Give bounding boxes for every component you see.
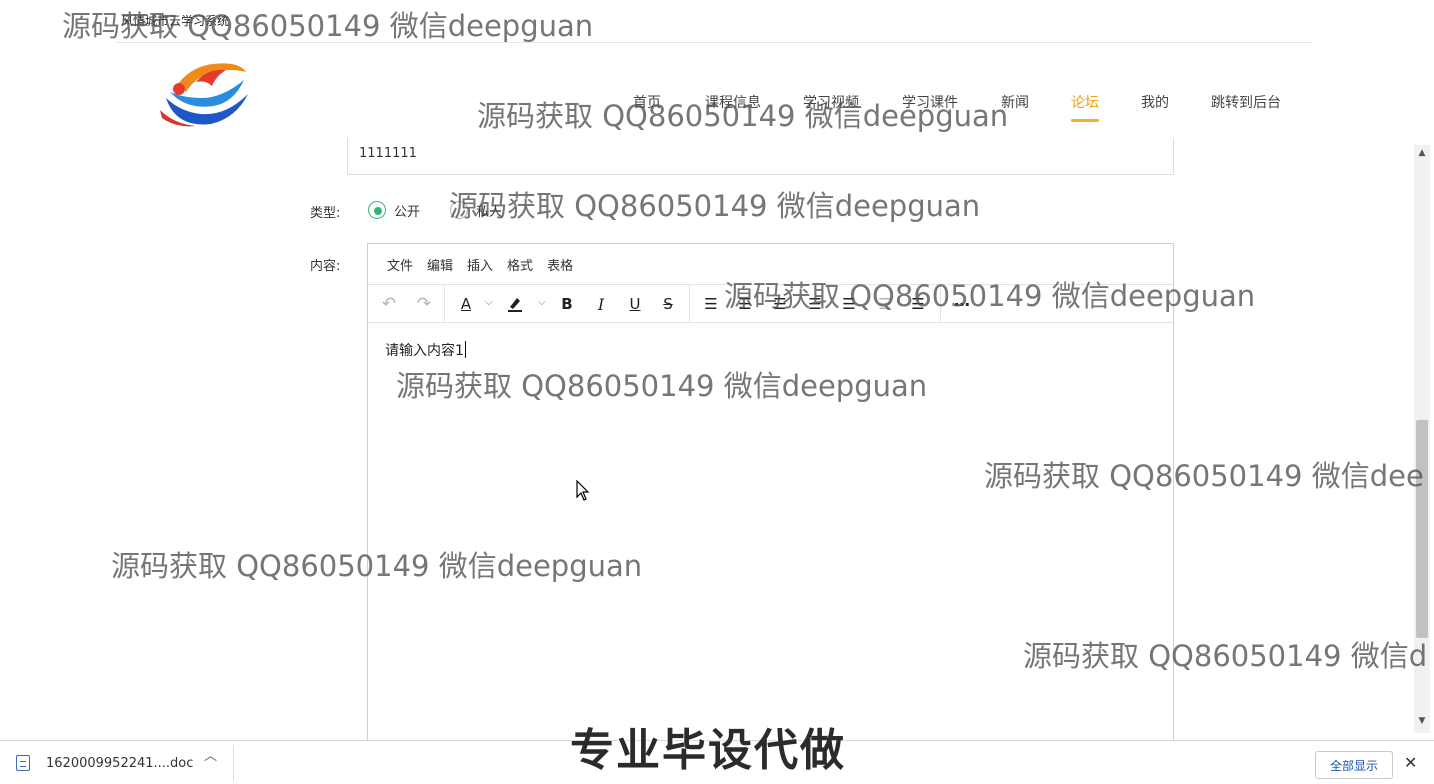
nav-item-news[interactable]: 新闻: [1001, 92, 1029, 122]
menu-format[interactable]: 格式: [500, 255, 540, 274]
editor-content[interactable]: 请输入内容1: [385, 340, 466, 360]
radio-public-dot[interactable]: [368, 201, 386, 219]
watermark-text: 源码获取 QQ86050149 微信deepguan: [449, 189, 981, 223]
redo-icon[interactable]: ↷: [412, 292, 436, 316]
radio-public[interactable]: 公开: [368, 200, 420, 220]
radio-private[interactable]: 私人: [450, 200, 502, 220]
align-center-icon[interactable]: ☰: [733, 292, 757, 316]
radio-private-dot[interactable]: [450, 201, 468, 219]
highlight-caret-icon[interactable]: ⌵: [538, 297, 546, 308]
nav-item-coursewares[interactable]: 学习课件: [902, 92, 958, 122]
editor-content-text: 请输入内容1: [385, 343, 464, 359]
scroll-up-arrow-icon[interactable]: ▲: [1414, 148, 1430, 162]
text-color-icon[interactable]: A: [454, 292, 478, 316]
editor-toolbar: ↶ ↷ A ⌵ ⌵ B I U S ☰ ☰ ☰ ☰ ☰ ☰ ☰ ⋯: [368, 284, 1173, 323]
editor-menubar: 文件 编辑 插入 格式 表格: [368, 244, 1173, 284]
indent-icon[interactable]: ☰: [837, 292, 861, 316]
text-color-caret-icon[interactable]: ⌵: [485, 297, 493, 308]
align-justify-icon[interactable]: ☰: [803, 292, 827, 316]
line-height-icon[interactable]: ☰: [906, 292, 930, 316]
title-input[interactable]: 1111111: [347, 138, 1174, 175]
menu-edit[interactable]: 编辑: [420, 255, 460, 274]
nav-item-mine[interactable]: 我的: [1141, 92, 1169, 122]
undo-icon[interactable]: ↶: [377, 292, 401, 316]
strikethrough-icon[interactable]: S: [656, 292, 680, 316]
page-scrollbar-thumb[interactable]: [1416, 420, 1428, 638]
radio-private-label: 私人: [476, 204, 503, 220]
nav-item-home[interactable]: 首页: [633, 92, 661, 122]
highlight-icon[interactable]: [503, 292, 527, 316]
outdent-icon[interactable]: ☰: [873, 292, 897, 316]
site-title: 风情城市云学习系统: [121, 14, 230, 28]
mouse-pointer-icon: [576, 480, 590, 501]
more-icon[interactable]: ⋯: [950, 292, 974, 316]
radio-public-label: 公开: [394, 204, 421, 220]
show-all-button[interactable]: 全部显示: [1315, 751, 1393, 779]
toolbar-group-format: A ⌵ ⌵ B I U S: [445, 285, 690, 323]
content-label: 内容:: [310, 259, 341, 274]
download-bar: 1620009952241....doc ︿ 全部显示 ✕: [0, 740, 1434, 784]
menu-table[interactable]: 表格: [540, 255, 580, 274]
align-left-icon[interactable]: ☰: [699, 292, 723, 316]
menu-insert[interactable]: 插入: [460, 255, 500, 274]
download-divider: [233, 745, 234, 781]
nav-item-forum[interactable]: 论坛: [1071, 92, 1099, 122]
doc-file-icon: [16, 755, 30, 771]
download-item[interactable]: 1620009952241....doc: [10, 749, 232, 777]
underline-icon[interactable]: U: [623, 292, 647, 316]
toolbar-group-align: ☰ ☰ ☰ ☰ ☰ ☰ ☰: [690, 285, 941, 323]
main-nav: 首页 课程信息 学习视频 学习课件 新闻 论坛 我的 跳转到后台: [0, 92, 1434, 124]
italic-icon[interactable]: I: [589, 292, 613, 316]
align-right-icon[interactable]: ☰: [768, 292, 792, 316]
rich-text-editor: 文件 编辑 插入 格式 表格 ↶ ↷ A ⌵ ⌵ B I U S ☰ ☰ ☰ ☰…: [367, 243, 1174, 743]
download-file-name: 1620009952241....doc: [46, 755, 194, 771]
type-label: 类型:: [310, 206, 341, 221]
toolbar-group-history: ↶ ↷: [368, 285, 445, 323]
chevron-up-icon[interactable]: ︿: [204, 745, 217, 764]
browser-page: 风情城市云学习系统 首页 课程信息 学习视频 学习课件 新闻 论坛 我的 跳转到…: [0, 0, 1434, 784]
bold-icon[interactable]: B: [555, 292, 579, 316]
menu-file[interactable]: 文件: [380, 255, 420, 274]
header-divider: [116, 42, 1312, 43]
nav-item-videos[interactable]: 学习视频: [803, 92, 859, 122]
nav-item-admin[interactable]: 跳转到后台: [1211, 92, 1281, 122]
nav-item-courses[interactable]: 课程信息: [705, 92, 761, 122]
close-icon[interactable]: ✕: [1404, 753, 1417, 772]
scroll-down-arrow-icon[interactable]: ▼: [1414, 716, 1430, 730]
text-cursor: [464, 341, 466, 358]
